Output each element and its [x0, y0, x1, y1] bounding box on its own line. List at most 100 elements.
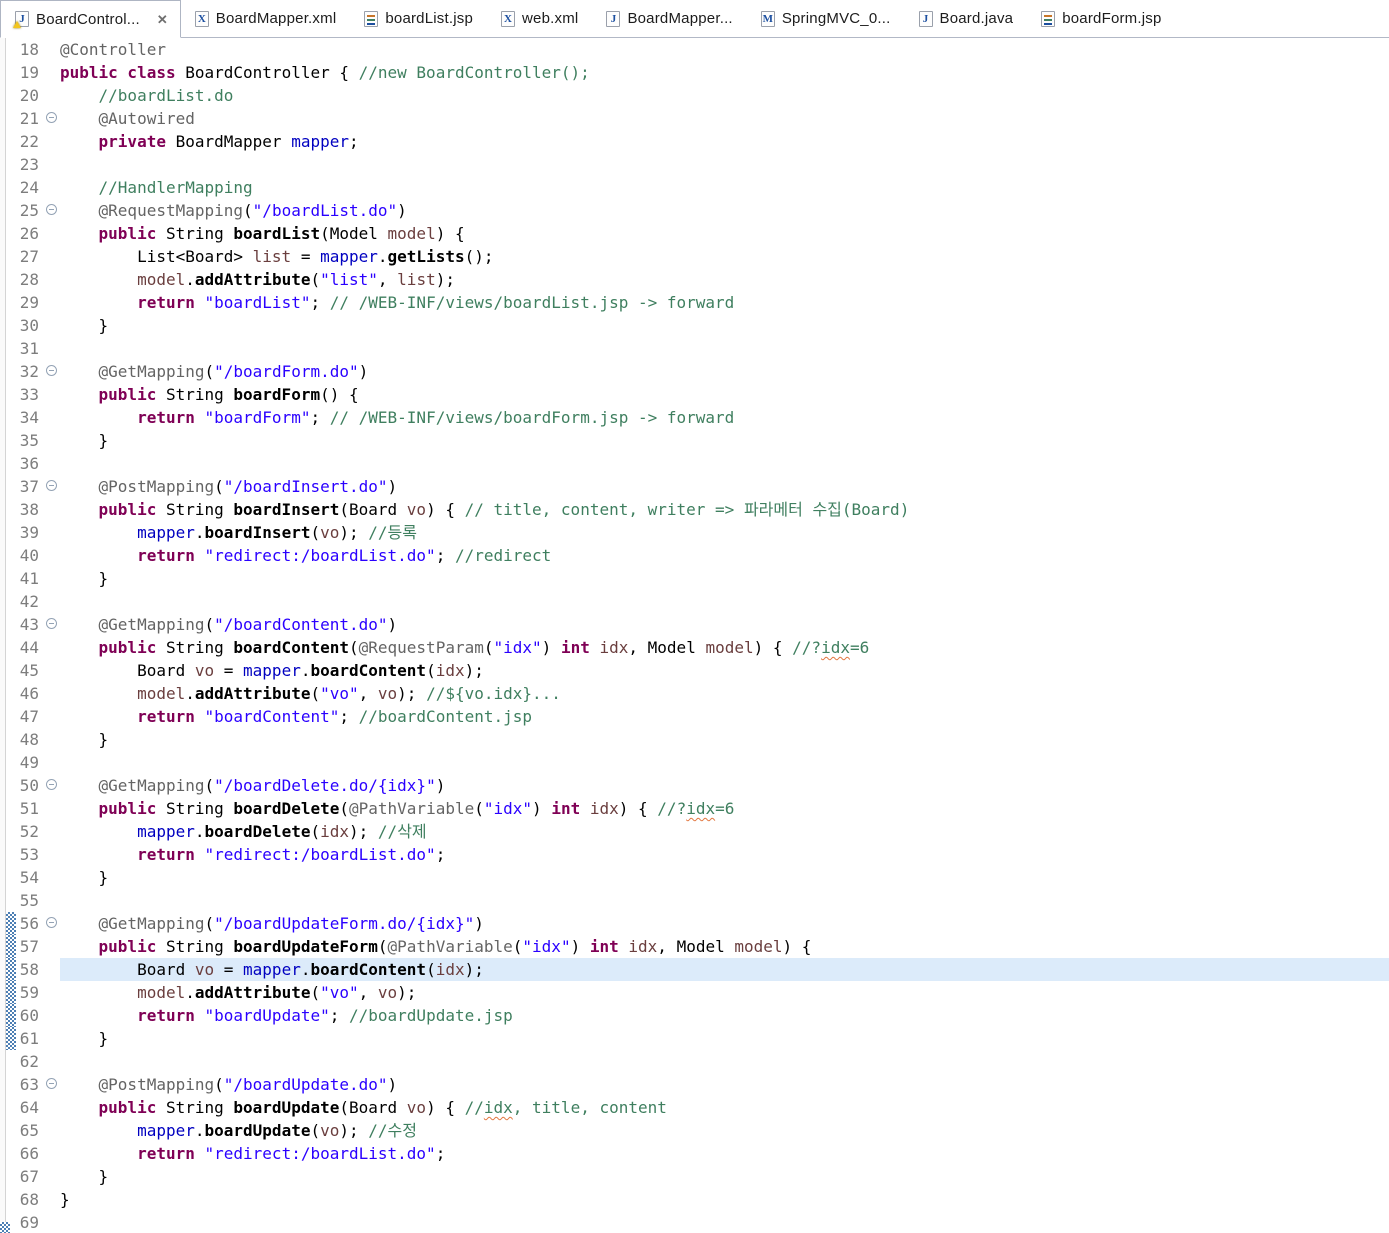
xml-file-icon: X	[501, 10, 516, 27]
tab-web-xml[interactable]: Xweb.xml	[487, 0, 592, 37]
code-text[interactable]: public String boardInsert(Board vo) { //…	[60, 498, 1389, 521]
tab-boardform-jsp[interactable]: boardForm.jsp	[1027, 0, 1175, 37]
line-number: 30	[19, 316, 39, 335]
line-number: 24	[19, 178, 39, 197]
fold-collapse-icon[interactable]	[46, 917, 57, 928]
code-text[interactable]: //HandlerMapping	[60, 176, 1389, 199]
code-text[interactable]: return "boardForm"; // /WEB-INF/views/bo…	[60, 406, 1389, 429]
line-number: 69	[19, 1213, 39, 1232]
code-text[interactable]	[60, 452, 1389, 475]
code-text[interactable]: }	[60, 314, 1389, 337]
code-text[interactable]: return "boardUpdate"; //boardUpdate.jsp	[60, 1004, 1389, 1027]
fold-column	[44, 935, 60, 958]
fold-column	[44, 1027, 60, 1050]
code-text[interactable]: @PostMapping("/boardInsert.do")	[60, 475, 1389, 498]
quickdiff-column	[6, 61, 16, 84]
code-text[interactable]: mapper.boardUpdate(vo); //수정	[60, 1119, 1389, 1142]
quickdiff-column	[6, 544, 16, 567]
code-text[interactable]	[60, 889, 1389, 912]
java-file-icon: J	[13, 11, 29, 28]
code-text[interactable]: @RequestMapping("/boardList.do")	[60, 199, 1389, 222]
code-text[interactable]: }	[60, 429, 1389, 452]
code-text[interactable]: model.addAttribute("list", list);	[60, 268, 1389, 291]
close-icon[interactable]: ✕	[155, 12, 170, 27]
fold-collapse-icon[interactable]	[46, 365, 57, 376]
quickdiff-column	[6, 176, 16, 199]
quickdiff-column	[6, 866, 16, 889]
code-text[interactable]	[60, 590, 1389, 613]
code-text[interactable]: return "boardContent"; //boardContent.js…	[60, 705, 1389, 728]
code-text[interactable]: List<Board> list = mapper.getLists();	[60, 245, 1389, 268]
tab-boardlist-jsp[interactable]: boardList.jsp	[350, 0, 487, 37]
code-text[interactable]: @PostMapping("/boardUpdate.do")	[60, 1073, 1389, 1096]
line-number: 40	[19, 546, 39, 565]
code-text[interactable]	[60, 1050, 1389, 1073]
code-line-60: 60 return "boardUpdate"; //boardUpdate.j…	[0, 1004, 1389, 1027]
code-text[interactable]: public String boardDelete(@PathVariable(…	[60, 797, 1389, 820]
code-text[interactable]: public String boardList(Model model) {	[60, 222, 1389, 245]
code-text[interactable]: }	[60, 728, 1389, 751]
code-text[interactable]: @GetMapping("/boardForm.do")	[60, 360, 1389, 383]
tab-board-java[interactable]: J Board.java	[905, 0, 1028, 37]
code-text[interactable]: @Controller	[60, 38, 1389, 61]
fold-column	[44, 912, 60, 935]
code-line-63: 63 @PostMapping("/boardUpdate.do")	[0, 1073, 1389, 1096]
tab-springmvc-0[interactable]: M SpringMVC_0...	[747, 0, 905, 37]
fold-collapse-icon[interactable]	[46, 204, 57, 215]
code-text[interactable]	[60, 153, 1389, 176]
quickdiff-column	[6, 498, 16, 521]
code-text[interactable]: public String boardUpdateForm(@PathVaria…	[60, 935, 1389, 958]
fold-collapse-icon[interactable]	[46, 112, 57, 123]
code-text[interactable]: public String boardForm() {	[60, 383, 1389, 406]
quickdiff-column	[6, 889, 16, 912]
code-text[interactable]: @GetMapping("/boardUpdateForm.do/{idx}")	[60, 912, 1389, 935]
code-text[interactable]: return "boardList"; // /WEB-INF/views/bo…	[60, 291, 1389, 314]
code-text[interactable]: model.addAttribute("vo", vo); //${vo.idx…	[60, 682, 1389, 705]
code-text[interactable]: Board vo = mapper.boardContent(idx);	[60, 659, 1389, 682]
tab-boardmapper-xml[interactable]: X BoardMapper.xml	[181, 0, 351, 37]
fold-column	[44, 843, 60, 866]
quickdiff-column	[6, 268, 16, 291]
code-text[interactable]: }	[60, 1165, 1389, 1188]
code-text[interactable]: }	[60, 1188, 1389, 1211]
quickdiff-column	[6, 337, 16, 360]
code-text[interactable]: mapper.boardDelete(idx); //삭제	[60, 820, 1389, 843]
code-text[interactable]: model.addAttribute("vo", vo);	[60, 981, 1389, 1004]
line-number: 27	[19, 247, 39, 266]
code-text[interactable]	[60, 337, 1389, 360]
fold-collapse-icon[interactable]	[46, 779, 57, 790]
fold-collapse-icon[interactable]	[46, 618, 57, 629]
code-text[interactable]: public String boardUpdate(Board vo) { //…	[60, 1096, 1389, 1119]
code-text[interactable]: return "redirect:/boardList.do";	[60, 1142, 1389, 1165]
code-line-46: 46 model.addAttribute("vo", vo); //${vo.…	[0, 682, 1389, 705]
fold-column	[44, 84, 60, 107]
code-text[interactable]: }	[60, 1027, 1389, 1050]
code-text[interactable]: @GetMapping("/boardDelete.do/{idx}")	[60, 774, 1389, 797]
fold-collapse-icon[interactable]	[46, 1078, 57, 1089]
tab-boardmapper[interactable]: J BoardMapper...	[592, 0, 746, 37]
code-text[interactable]	[60, 1211, 1389, 1233]
quickdiff-column	[6, 1119, 16, 1142]
code-text[interactable]: public String boardContent(@RequestParam…	[60, 636, 1389, 659]
code-text[interactable]: public class BoardController { //new Boa…	[60, 61, 1389, 84]
code-text[interactable]	[60, 751, 1389, 774]
code-text[interactable]: Board vo = mapper.boardContent(idx);	[60, 958, 1389, 981]
code-text[interactable]: @GetMapping("/boardContent.do")	[60, 613, 1389, 636]
code-text[interactable]: private BoardMapper mapper;	[60, 130, 1389, 153]
code-line-44: 44 public String boardContent(@RequestPa…	[0, 636, 1389, 659]
code-line-19: 19 public class BoardController { //new B…	[0, 61, 1389, 84]
code-text[interactable]: }	[60, 567, 1389, 590]
code-text[interactable]: mapper.boardInsert(vo); //등록	[60, 521, 1389, 544]
tab-boardcontrol[interactable]: J BoardControl... ✕	[0, 0, 181, 38]
tab-label: SpringMVC_0...	[781, 10, 891, 27]
code-text[interactable]: return "redirect:/boardList.do";	[60, 843, 1389, 866]
line-number: 66	[19, 1144, 39, 1163]
line-number: 39	[19, 523, 39, 542]
code-text[interactable]: //boardList.do	[60, 84, 1389, 107]
code-line-47: 47 return "boardContent"; //boardContent…	[0, 705, 1389, 728]
code-text[interactable]: }	[60, 866, 1389, 889]
code-text[interactable]: return "redirect:/boardList.do"; //redir…	[60, 544, 1389, 567]
code-text[interactable]: @Autowired	[60, 107, 1389, 130]
line-number: 61	[19, 1029, 39, 1048]
fold-collapse-icon[interactable]	[46, 480, 57, 491]
